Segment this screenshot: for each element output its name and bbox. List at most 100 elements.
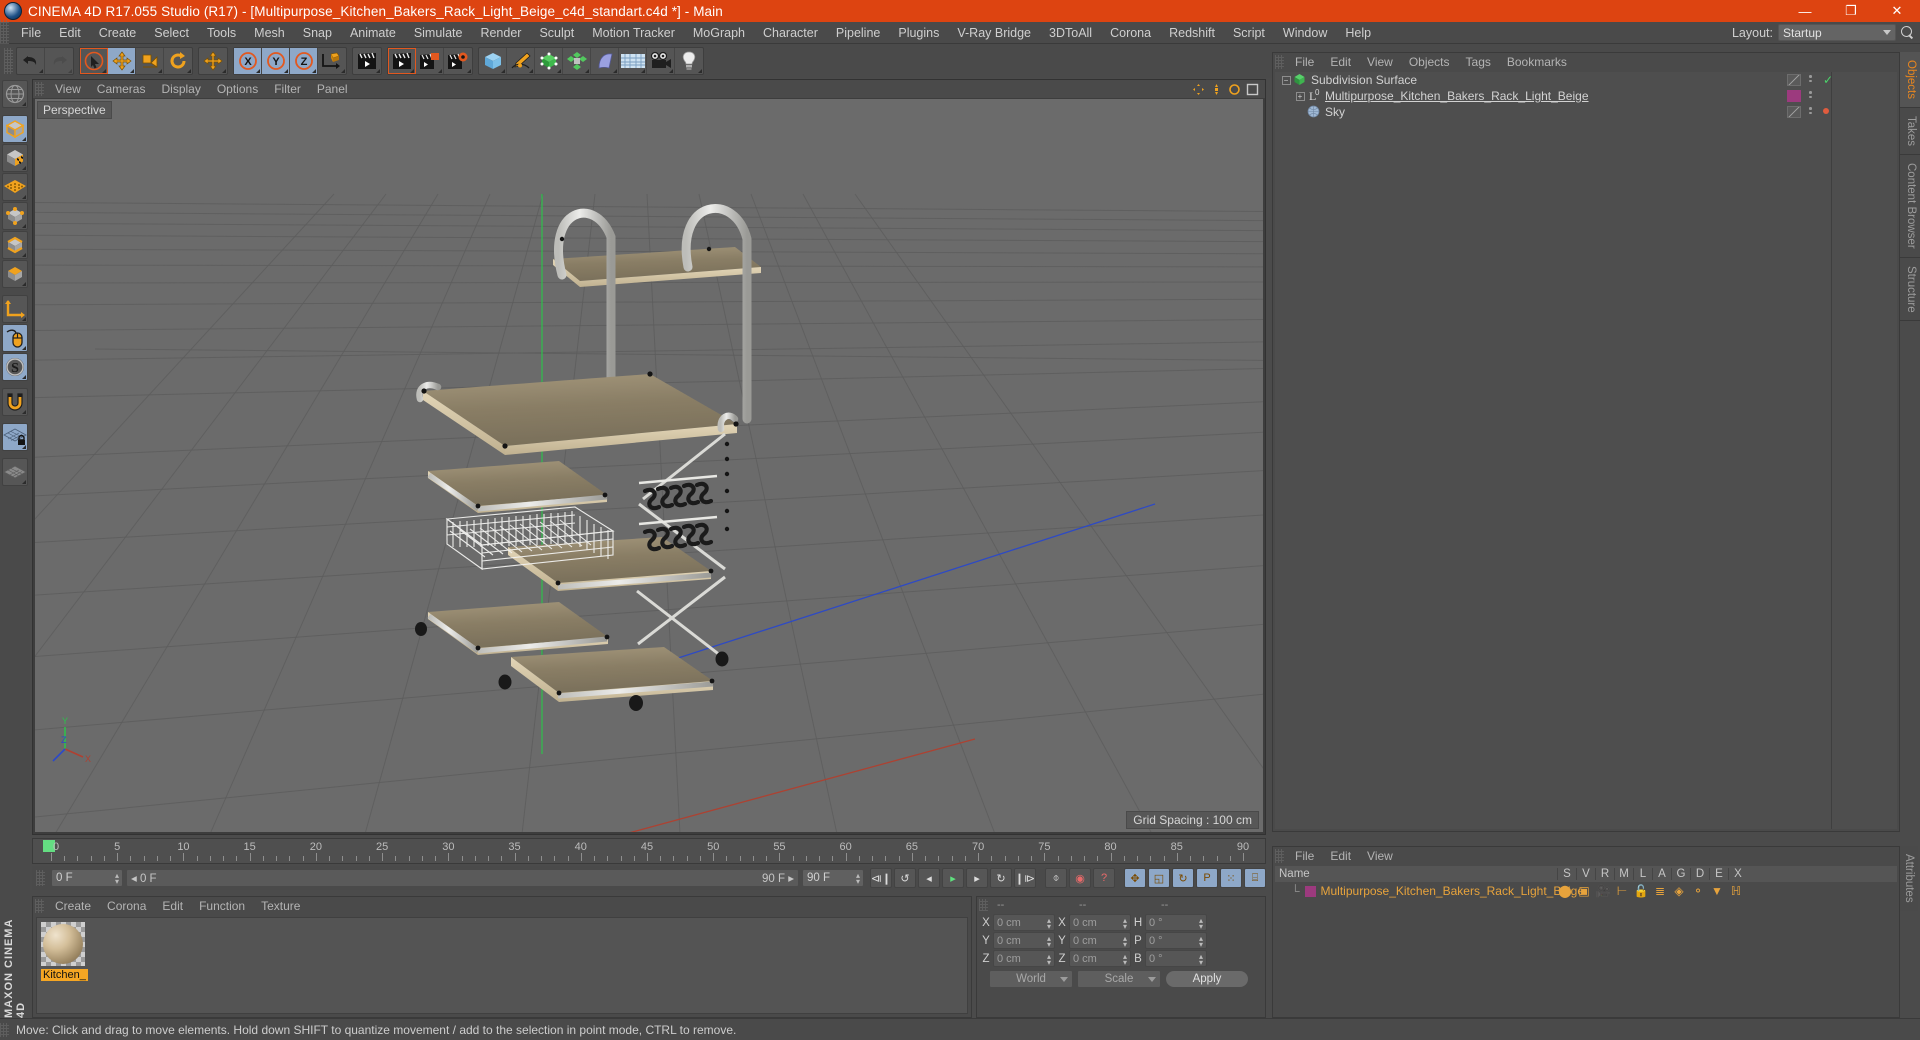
move-tool-button[interactable]	[108, 48, 136, 74]
toolbar-grip[interactable]	[4, 48, 13, 74]
polygon-mode-button[interactable]	[2, 173, 28, 201]
menu-item-character[interactable]: Character	[754, 22, 827, 44]
visibility-dots[interactable]	[1809, 75, 1812, 82]
viewport-menu-display[interactable]: Display	[153, 82, 208, 96]
object-menu-edit[interactable]: Edit	[1322, 55, 1359, 69]
undo-button[interactable]	[17, 48, 45, 74]
coord-position-field[interactable]: 0 cm ▴ ▾	[993, 950, 1055, 967]
menu-item-mograph[interactable]: MoGraph	[684, 22, 754, 44]
spinner-icon[interactable]: ▴ ▾	[1123, 953, 1127, 967]
record-parameter-button[interactable]: P	[1196, 868, 1218, 888]
right-tab-takes[interactable]: Takes	[1900, 108, 1920, 156]
coordinate-system-select[interactable]: World	[989, 970, 1073, 988]
render-flag-icon[interactable]	[1823, 108, 1829, 114]
spinner-icon[interactable]: ▴ ▾	[1047, 935, 1051, 949]
go-to-start-button[interactable]: ⧏❙	[870, 868, 892, 888]
spinner-icon[interactable]: ▴ ▾	[1123, 917, 1127, 931]
play-forward-loop-button[interactable]: ↻	[990, 868, 1012, 888]
coord-size-field[interactable]: 0 cm ▴ ▾	[1069, 950, 1131, 967]
menu-item-render[interactable]: Render	[471, 22, 530, 44]
select-tool-button[interactable]	[80, 48, 108, 74]
display-tag-icon[interactable]: ▣	[1576, 884, 1592, 898]
menu-item-select[interactable]: Select	[145, 22, 198, 44]
polygons-mode-button[interactable]	[2, 260, 28, 288]
lock-y-button[interactable]: Y	[262, 48, 290, 74]
point-level-animation-button[interactable]: ⁙	[1220, 868, 1242, 888]
visibility-dots[interactable]	[1809, 91, 1812, 98]
spinner-icon[interactable]: ▴ ▾	[1047, 953, 1051, 967]
model-mode-button[interactable]	[2, 115, 28, 143]
coord-size-field[interactable]: 0 cm ▴ ▾	[1069, 914, 1131, 931]
add-cube-button[interactable]	[479, 48, 507, 74]
add-generator-button[interactable]	[535, 48, 563, 74]
points-mode-button[interactable]	[2, 202, 28, 230]
spinner-icon[interactable]: ▴ ▾	[1047, 917, 1051, 931]
material-list[interactable]: Kitchen_	[36, 917, 968, 1014]
record-rotation-button[interactable]: ↻	[1172, 868, 1194, 888]
spinner-icon[interactable]: ▴ ▾	[856, 872, 860, 886]
menu-item-help[interactable]: Help	[1336, 22, 1380, 44]
rotate-view-icon[interactable]	[1228, 83, 1241, 96]
render-view-button[interactable]	[353, 48, 381, 74]
deformer-tag-icon[interactable]: ▼	[1709, 884, 1725, 898]
expand-toggle[interactable]: +	[1293, 91, 1307, 101]
viewport-menu-panel[interactable]: Panel	[309, 82, 356, 96]
attribute-menu-view[interactable]: View	[1359, 849, 1401, 863]
menu-item-create[interactable]: Create	[90, 22, 146, 44]
spinner-icon[interactable]: ▴ ▾	[1199, 935, 1203, 949]
close-button[interactable]: ✕	[1874, 0, 1920, 22]
add-light-button[interactable]	[675, 48, 703, 74]
viewport-3d-canvas[interactable]: Perspective Grid Spacing : 100 cm Y X Z	[35, 99, 1263, 832]
play-backwards-loop-button[interactable]: ↺	[894, 868, 916, 888]
show-tag-icon[interactable]: ⬤	[1557, 884, 1573, 898]
expand-toggle[interactable]: −	[1279, 75, 1293, 85]
status-grip[interactable]	[0, 1022, 9, 1037]
coord-rotation-field[interactable]: 0 ° ▴ ▾	[1145, 950, 1207, 967]
menu-item-script[interactable]: Script	[1224, 22, 1274, 44]
lock-x-button[interactable]: X	[234, 48, 262, 74]
attribute-grip[interactable]	[1275, 849, 1284, 863]
right-tab-objects[interactable]: Objects	[1900, 52, 1920, 108]
workplane-lock-button[interactable]	[2, 423, 28, 451]
material-menu-corona[interactable]: Corona	[99, 899, 154, 913]
add-spline-button[interactable]	[507, 48, 535, 74]
viewport-menu-cameras[interactable]: Cameras	[89, 82, 154, 96]
object-manager-grip[interactable]	[1275, 55, 1284, 69]
object-row[interactable]: − Subdivision Surface ✓	[1275, 72, 1897, 88]
timeline-grip[interactable]	[36, 870, 45, 886]
lock-z-button[interactable]: Z	[290, 48, 318, 74]
viewport-menu-view[interactable]: View	[47, 82, 89, 96]
scale-view-icon[interactable]	[1210, 83, 1223, 96]
material-menu-function[interactable]: Function	[191, 899, 253, 913]
render-tag-icon[interactable]: 🎥	[1595, 884, 1611, 898]
spinner-icon[interactable]: ▴ ▾	[115, 872, 119, 886]
material-name[interactable]: Kitchen_	[41, 969, 88, 981]
menu-item-file[interactable]: File	[12, 22, 50, 44]
viewport-menu-options[interactable]: Options	[209, 82, 266, 96]
attribute-menu-edit[interactable]: Edit	[1322, 849, 1359, 863]
object-menu-view[interactable]: View	[1359, 55, 1401, 69]
autokeying-button[interactable]: ⌽	[1045, 868, 1067, 888]
menu-item-edit[interactable]: Edit	[50, 22, 90, 44]
menu-item-motion-tracker[interactable]: Motion Tracker	[583, 22, 684, 44]
object-menu-bookmarks[interactable]: Bookmarks	[1499, 55, 1575, 69]
expand-icon[interactable]	[1295, 107, 1305, 117]
animate-tag-icon[interactable]: ◈	[1671, 884, 1687, 898]
apply-button[interactable]: Apply	[1165, 970, 1249, 988]
go-to-end-button[interactable]: ❙⧐	[1014, 868, 1036, 888]
play-button[interactable]: ▸	[942, 868, 964, 888]
magnet-button[interactable]	[2, 388, 28, 416]
material-thumbnail[interactable]	[41, 922, 85, 966]
lock-tag-icon[interactable]: 🔓	[1633, 884, 1649, 898]
coord-position-field[interactable]: 0 cm ▴ ▾	[993, 914, 1055, 931]
material-item[interactable]: Kitchen_	[41, 922, 88, 981]
timeline-ruler[interactable]: 0 5 10 15 20 25 30 35 40 45 50 55 60 65 70 75 80 85 90	[32, 838, 1266, 864]
scale-tool-button[interactable]	[136, 48, 164, 74]
right-tab-structure[interactable]: Structure	[1900, 257, 1920, 322]
visibility-dots[interactable]	[1809, 107, 1812, 114]
viewport-menu-filter[interactable]: Filter	[266, 82, 309, 96]
expression-tag-icon[interactable]: ℍ	[1728, 884, 1744, 898]
object-menu-tags[interactable]: Tags	[1458, 55, 1499, 69]
rotate-tool-button[interactable]	[164, 48, 192, 74]
menu-item-corona[interactable]: Corona	[1101, 22, 1160, 44]
